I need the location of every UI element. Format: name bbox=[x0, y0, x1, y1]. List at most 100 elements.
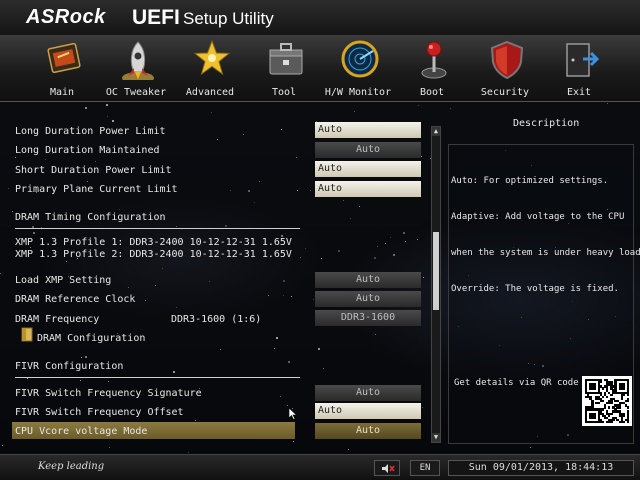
star-dot bbox=[259, 181, 260, 182]
scroll-down-button[interactable]: ▼ bbox=[432, 433, 440, 442]
star-dot bbox=[280, 396, 281, 397]
star-dot bbox=[33, 232, 35, 234]
star-dot bbox=[288, 361, 290, 363]
star-dot bbox=[211, 112, 212, 113]
qr-module bbox=[626, 420, 630, 424]
folder-icon bbox=[21, 327, 33, 342]
star-dot bbox=[350, 218, 351, 219]
star-dot bbox=[418, 105, 419, 106]
toolbox-icon bbox=[269, 43, 303, 75]
star-dot bbox=[348, 449, 349, 450]
qr-module bbox=[605, 395, 609, 399]
shield-icon bbox=[490, 40, 524, 80]
tab-advanced-label: Advanced bbox=[185, 87, 235, 98]
rocket-icon bbox=[122, 41, 154, 80]
dram-reference-clock-label[interactable]: DRAM Reference Clock bbox=[15, 294, 135, 305]
mouse-cursor-icon bbox=[289, 408, 297, 420]
description-text: Auto: For optimized settings. Adaptive: … bbox=[451, 151, 640, 307]
dram-timing-heading: DRAM Timing Configuration bbox=[15, 212, 166, 223]
qr-module bbox=[626, 399, 630, 403]
fivr-switch-frequency-offset-label[interactable]: FIVR Switch Frequency Offset bbox=[15, 407, 184, 418]
star-dot bbox=[112, 120, 114, 122]
long-duration-power-limit-label[interactable]: Long Duration Power Limit bbox=[15, 126, 166, 137]
long-duration-maintained-select[interactable]: Auto bbox=[315, 142, 421, 158]
star-dot bbox=[66, 261, 67, 262]
dram-reference-clock-select[interactable]: Auto bbox=[315, 291, 421, 307]
xmp-profile-1-info: XMP 1.3 Profile 1: DDR3-2400 10-12-12-31… bbox=[15, 237, 292, 248]
exit-door-icon bbox=[566, 43, 600, 77]
tab-security[interactable]: Security bbox=[469, 36, 541, 102]
tab-main[interactable]: Main bbox=[26, 36, 98, 102]
star-dot bbox=[95, 161, 96, 162]
qr-module bbox=[618, 406, 621, 409]
star-dot bbox=[188, 452, 189, 453]
language-button[interactable]: EN bbox=[410, 460, 440, 476]
qr-module bbox=[622, 393, 626, 397]
star-dot bbox=[217, 139, 218, 140]
qr-module bbox=[599, 381, 603, 384]
tab-exit[interactable]: Exit bbox=[543, 36, 615, 102]
qr-module bbox=[601, 408, 605, 411]
tab-advanced[interactable]: Advanced bbox=[174, 36, 246, 102]
uefi-label: UEFI bbox=[132, 6, 180, 29]
star-dot bbox=[268, 295, 269, 296]
qr-module bbox=[610, 402, 613, 405]
star-dot bbox=[108, 381, 109, 382]
star-dot bbox=[225, 225, 227, 227]
star-dot bbox=[162, 268, 163, 269]
star-dot bbox=[0, 273, 1, 274]
load-xmp-setting-select[interactable]: Auto bbox=[315, 272, 421, 288]
section-divider bbox=[15, 228, 300, 229]
cpu-vcore-voltage-mode-select[interactable]: Auto bbox=[315, 423, 421, 439]
star-dot bbox=[296, 157, 297, 158]
qr-module bbox=[593, 387, 596, 390]
tab-oc-tweaker[interactable]: OC Tweaker bbox=[100, 36, 172, 102]
dram-frequency-select[interactable]: DDR3-1600 bbox=[315, 310, 421, 326]
long-duration-power-limit-field[interactable]: Auto bbox=[315, 122, 421, 138]
cpu-vcore-voltage-mode-label[interactable]: CPU Vcore voltage Mode bbox=[15, 426, 147, 437]
qr-module bbox=[622, 420, 626, 424]
star-dot bbox=[385, 243, 386, 244]
star-dot bbox=[354, 111, 355, 112]
star-dot bbox=[313, 299, 314, 300]
qr-module bbox=[626, 393, 630, 397]
tab-boot[interactable]: Boot bbox=[396, 36, 468, 102]
dram-frequency-label[interactable]: DRAM Frequency bbox=[15, 314, 99, 325]
primary-plane-current-limit-field[interactable]: Auto bbox=[315, 181, 421, 197]
tab-tool[interactable]: Tool bbox=[248, 36, 320, 102]
star-dot bbox=[87, 181, 88, 182]
star-dot bbox=[220, 349, 221, 350]
scroll-thumb[interactable] bbox=[433, 232, 439, 310]
tab-tool-label: Tool bbox=[271, 87, 297, 98]
star-dot bbox=[107, 116, 108, 117]
fivr-switch-frequency-offset-field[interactable]: Auto bbox=[315, 403, 421, 419]
star-dot bbox=[359, 206, 360, 207]
qr-module bbox=[603, 406, 607, 409]
dram-frequency-current: DDR3-1600 (1:6) bbox=[171, 314, 262, 325]
qr-module bbox=[622, 414, 626, 417]
fivr-switch-frequency-signature-select[interactable]: Auto bbox=[315, 385, 421, 401]
qr-module bbox=[608, 406, 611, 409]
fivr-switch-frequency-signature-label[interactable]: FIVR Switch Frequency Signature bbox=[15, 388, 202, 399]
dram-configuration-submenu[interactable]: DRAM Configuration bbox=[37, 333, 145, 344]
primary-plane-current-limit-label[interactable]: Primary Plane Current Limit bbox=[15, 184, 178, 195]
scroll-up-button[interactable]: ▲ bbox=[432, 127, 440, 136]
keep-leading-tagline: Keep leading bbox=[38, 461, 105, 472]
qr-module bbox=[597, 402, 600, 405]
star-dot bbox=[12, 211, 13, 212]
star-dot bbox=[176, 226, 177, 227]
short-duration-power-limit-label[interactable]: Short Duration Power Limit bbox=[15, 165, 172, 176]
star-dot bbox=[305, 248, 306, 249]
main-menu-bar: Main OC Tweaker Advanced Tool H/W Monito… bbox=[0, 36, 640, 102]
qr-code-image[interactable] bbox=[582, 376, 632, 426]
star-dot bbox=[300, 257, 301, 258]
description-title: Description bbox=[513, 118, 580, 129]
long-duration-maintained-label[interactable]: Long Duration Maintained bbox=[15, 145, 160, 156]
load-xmp-setting-label[interactable]: Load XMP Setting bbox=[15, 275, 111, 286]
mute-button[interactable] bbox=[374, 460, 400, 476]
settings-scrollbar[interactable]: ▲ ▼ bbox=[431, 126, 441, 443]
star-dot bbox=[390, 237, 391, 238]
tab-hw-monitor[interactable]: H/W Monitor bbox=[322, 36, 394, 102]
short-duration-power-limit-field[interactable]: Auto bbox=[315, 161, 421, 177]
star-dot bbox=[155, 285, 156, 286]
